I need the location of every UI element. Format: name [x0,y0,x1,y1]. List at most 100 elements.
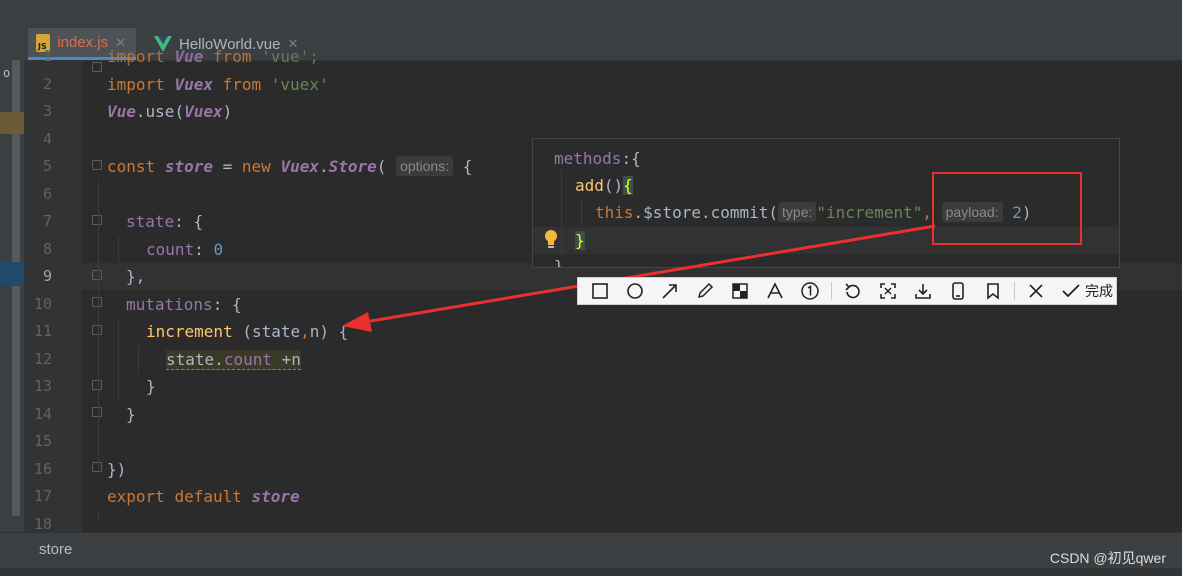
undo-icon[interactable] [837,279,869,303]
ellipse-tool-icon[interactable] [619,279,651,303]
token-string: 'vue'; [261,47,319,66]
token-class: Vue [107,102,136,121]
fold-marker[interactable] [92,297,102,307]
token-keyword: import [107,74,165,94]
token-text: . [214,349,224,369]
fold-marker[interactable] [92,407,102,417]
token-brace: } [575,231,585,250]
fold-marker[interactable] [92,62,102,72]
token-keyword: import [107,47,165,66]
token-text: () [603,176,624,195]
line-number: 2 [42,74,52,93]
pen-tool-icon[interactable] [689,279,721,303]
token-text: : { [212,294,242,314]
token-property: count [146,239,195,259]
token-string: 'vuex' [270,74,329,94]
code-line-3: Vue.use(Vuex) [107,98,232,126]
token-text: +n [271,349,301,369]
tab-label: index.js [57,34,109,51]
rectangle-tool-icon[interactable] [584,279,616,303]
line-number: 13 [33,377,52,395]
code-line-17: export default store [107,483,300,511]
line-number: 5 [42,157,52,175]
fold-marker[interactable] [92,270,102,280]
done-label: 完成 [1085,283,1113,299]
crop-icon[interactable] [872,279,904,303]
toolbar-divider [1014,282,1015,300]
number-marker-tool-icon[interactable] [794,279,826,303]
line-number: 4 [42,129,52,148]
arrow-tool-icon[interactable] [654,279,686,303]
token-property: methods [554,149,622,168]
breadcrumb-item[interactable]: store [39,541,72,558]
token-text: }) [107,459,127,479]
code-line-7: state: { [126,208,203,236]
fold-marker[interactable] [92,462,102,472]
indent-guide [581,197,582,227]
send-to-phone-icon[interactable] [942,279,974,303]
fold-marker[interactable] [92,380,102,390]
token-class: Vuex [174,74,213,94]
line-number: 14 [33,404,52,423]
parameter-hint: options: [396,156,454,176]
token-keyword: , [922,203,932,222]
token-text: :{ [621,149,641,168]
token-text: } [146,377,156,396]
token-keyword: default [174,487,242,506]
token-keyword: this [595,203,634,222]
text-tool-icon[interactable] [759,279,791,303]
token-text: (state [232,322,301,341]
token-text: : { [174,212,204,231]
line-number: 12 [33,349,52,368]
mosaic-tool-icon[interactable] [724,279,756,303]
code-line-11: increment (state,n) { [146,318,348,346]
annotation-rectangle [932,172,1082,245]
horizontal-scrollbar[interactable] [82,520,1182,532]
token-keyword: export [107,487,165,506]
pin-bookmark-icon[interactable] [977,279,1009,303]
code-line-12: state.count +n [166,346,301,374]
popup-line-5: } [554,253,564,268]
breadcrumb-bar: store [0,532,1182,569]
code-line-14: } [126,401,136,429]
line-number: 1 [42,47,52,65]
popup-line-4: } [575,227,585,254]
fold-marker[interactable] [92,160,102,170]
toolbar-divider [831,282,832,300]
token-class: Store [328,157,377,176]
footer-strip [0,568,1182,576]
checkmark-icon [1062,284,1080,298]
fold-marker[interactable] [92,325,102,335]
token-text: .$store.commit( [633,203,779,222]
token-keyword: new [241,157,271,176]
lightbulb-icon[interactable] [543,229,559,251]
done-button[interactable]: 完成 [1061,281,1113,301]
left-panel-selection [0,112,24,134]
cancel-close-icon[interactable] [1020,279,1052,303]
code-line-8: count: 0 [146,236,223,264]
fold-marker[interactable] [92,215,102,225]
warning-highlight: state.count +n [166,349,301,370]
line-number: 16 [33,459,52,478]
code-line-5: const store = new Vuex.Store( options: { [107,153,472,181]
parameter-hint: type: [778,202,817,222]
line-number: 17 [33,487,52,505]
download-icon[interactable] [907,279,939,303]
indent-guide [118,318,119,400]
popup-line-1: methods:{ [554,145,641,172]
code-line-1: import Vue from 'vue'; [107,43,319,71]
line-number: 3 [42,102,52,120]
left-panel-current-selection [0,262,24,286]
token-property: state [126,212,175,231]
token-property: mutations [126,294,213,314]
token-text: { [453,157,473,176]
token-text: } [126,404,136,424]
token-text: ( [376,157,387,176]
token-class: Vue [174,47,204,66]
line-number-current: 9 [42,267,52,285]
code-line-10: mutations: { [126,291,242,319]
token-text: } [554,257,564,268]
indent-guide [561,169,562,255]
token-text: .use( [135,102,185,121]
line-number: 10 [33,294,52,313]
